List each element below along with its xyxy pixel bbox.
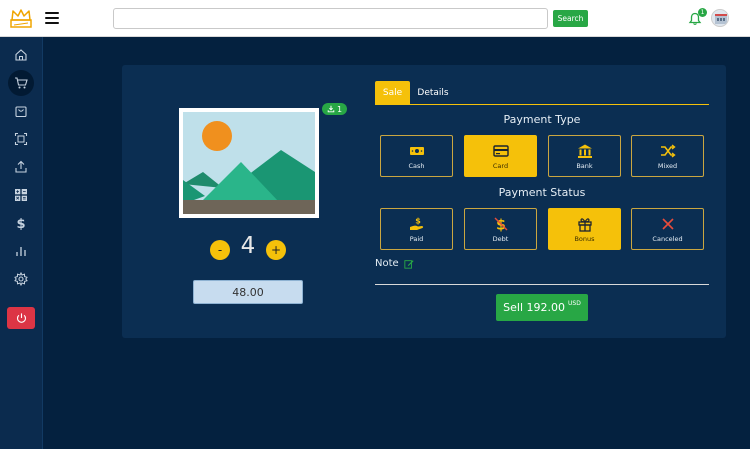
bar-chart-icon bbox=[16, 247, 26, 256]
tab-details[interactable]: Details bbox=[413, 81, 453, 104]
payment-type-label: Bank bbox=[576, 161, 593, 170]
svg-text:$: $ bbox=[415, 216, 421, 225]
note-label: Note bbox=[375, 258, 414, 269]
sidebar-item-cart[interactable] bbox=[8, 70, 34, 96]
payment-status-debt[interactable]: $ Debt bbox=[464, 208, 537, 250]
payment-status-label: Debt bbox=[492, 234, 509, 243]
product-image[interactable] bbox=[179, 108, 319, 218]
cash-icon bbox=[409, 146, 424, 155]
search-button[interactable]: Search bbox=[553, 10, 588, 27]
credit-card-icon bbox=[492, 144, 509, 157]
payment-type-label: Mixed bbox=[657, 161, 678, 170]
scan-icon bbox=[14, 132, 28, 146]
sidebar-item-home[interactable] bbox=[8, 42, 34, 68]
unit-price-field[interactable] bbox=[193, 280, 303, 304]
x-icon bbox=[661, 217, 674, 230]
shopping-bag-icon bbox=[15, 106, 27, 118]
payment-status-title: Payment Status bbox=[498, 186, 586, 199]
sale-card: 1 - 4 + Sale Details Payment Type Cash C… bbox=[122, 65, 726, 338]
svg-text:$: $ bbox=[16, 217, 25, 230]
stock-badge: 1 bbox=[322, 103, 348, 115]
sidebar-item-settings[interactable] bbox=[8, 266, 34, 292]
note-label-text: Note bbox=[375, 258, 399, 269]
payment-status-canceled[interactable]: Canceled bbox=[631, 208, 704, 250]
power-icon bbox=[16, 312, 26, 323]
sidebar-item-reports[interactable] bbox=[8, 238, 34, 264]
payment-status-label: Canceled bbox=[652, 234, 683, 243]
quantity-value: 4 bbox=[240, 233, 256, 259]
crown-logo-icon[interactable] bbox=[10, 7, 32, 29]
tab-bar: Sale Details bbox=[375, 81, 709, 105]
avatar[interactable] bbox=[711, 9, 729, 27]
tab-sale[interactable]: Sale bbox=[375, 81, 410, 104]
payment-type-cash[interactable]: Cash bbox=[380, 135, 453, 177]
menu-icon[interactable] bbox=[45, 12, 59, 24]
sidebar-item-upload[interactable] bbox=[8, 154, 34, 180]
download-icon bbox=[327, 105, 335, 113]
shuffle-icon bbox=[660, 143, 676, 158]
sell-currency: USD bbox=[568, 300, 581, 307]
dollar-icon: $ bbox=[16, 217, 25, 230]
calculator-icon bbox=[15, 189, 27, 201]
gear-icon bbox=[14, 272, 28, 286]
sidebar-item-scanner[interactable] bbox=[8, 126, 34, 152]
upload-icon bbox=[15, 160, 27, 173]
payment-type-label: Card bbox=[492, 161, 509, 170]
search-input[interactable] bbox=[113, 8, 548, 29]
payment-type-label: Cash bbox=[408, 161, 425, 170]
edit-icon[interactable] bbox=[404, 259, 414, 269]
payment-status-label: Paid bbox=[409, 234, 424, 243]
stock-count: 1 bbox=[337, 104, 343, 114]
bank-icon bbox=[577, 144, 592, 158]
notification-badge: 1 bbox=[698, 8, 707, 17]
payment-type-card[interactable]: Card bbox=[464, 135, 537, 177]
divider bbox=[375, 284, 709, 285]
home-icon bbox=[15, 49, 27, 61]
sidebar: $ bbox=[0, 37, 43, 449]
payment-status-bonus[interactable]: Bonus bbox=[548, 208, 621, 250]
payment-type-title: Payment Type bbox=[503, 113, 581, 126]
dollar-crossed-icon: $ bbox=[494, 217, 507, 232]
payment-type-mixed[interactable]: Mixed bbox=[631, 135, 704, 177]
sell-button[interactable]: Sell 192.00 USD bbox=[496, 294, 588, 321]
sidebar-item-shopping-bag[interactable] bbox=[8, 98, 34, 124]
sidebar-item-calculator[interactable] bbox=[8, 182, 34, 208]
sell-label: Sell 192.00 bbox=[503, 301, 566, 314]
sidebar-item-finance[interactable]: $ bbox=[8, 210, 34, 236]
logout-button[interactable] bbox=[7, 307, 35, 329]
payment-type-bank[interactable]: Bank bbox=[548, 135, 621, 177]
decrease-quantity-button[interactable]: - bbox=[210, 240, 230, 260]
cart-icon bbox=[15, 77, 28, 89]
image-placeholder-icon bbox=[183, 112, 315, 214]
gift-icon bbox=[577, 217, 592, 232]
payment-status-label: Bonus bbox=[574, 234, 595, 243]
increase-quantity-button[interactable]: + bbox=[266, 240, 286, 260]
top-bar: Search 1 bbox=[0, 0, 750, 37]
payment-status-paid[interactable]: $ Paid bbox=[380, 208, 453, 250]
hand-dollar-icon: $ bbox=[409, 216, 423, 230]
